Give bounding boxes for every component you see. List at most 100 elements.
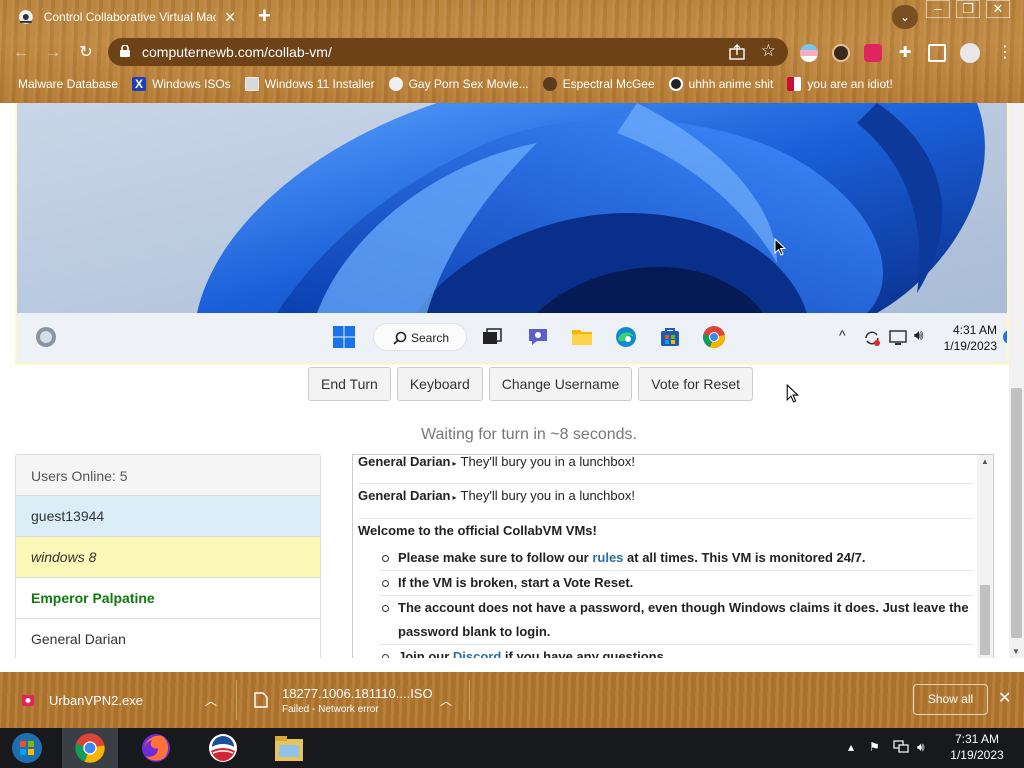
download-item[interactable]: 18277.1006.181110....ISO Failed - Networ… [254,672,464,728]
bookmark-label: Espectral McGee [562,77,655,91]
change-username-button[interactable]: Change Username [488,367,633,401]
minimize-icon[interactable]: – [926,0,950,18]
network-icon[interactable] [889,329,907,347]
host-firefox-button[interactable] [130,728,186,768]
bookmark-movie-site[interactable]: Gay Porn Sex Movie... [388,77,529,91]
welcome-rules-list: Please make sure to follow our rules at … [380,546,973,658]
vm-taskbar-search[interactable]: Search [373,323,467,351]
host-volume-icon[interactable]: 🔊︎ [917,740,925,755]
welcome-rule-item: If the VM is broken, start a Vote Reset. [380,571,973,596]
share-icon[interactable] [728,43,746,61]
sync-icon[interactable] [862,328,882,348]
reload-icon[interactable]: ↻ [75,42,97,64]
extensions-puzzle-icon[interactable]: ✚ [896,44,914,62]
forward-icon[interactable]: → [42,42,64,64]
new-tab-icon[interactable]: + [258,4,271,28]
host-start-button[interactable] [2,728,52,768]
rules-link[interactable]: rules [592,550,623,565]
widgets-weather-icon[interactable] [34,325,58,349]
welcome-rule-item: Please make sure to follow our rules at … [380,546,973,571]
show-all-downloads-button[interactable]: Show all [913,684,988,715]
user-list-item[interactable]: General Darian [16,619,320,658]
host-file-explorer-button[interactable] [262,728,318,768]
user-list-item[interactable]: guest13944 [16,496,320,537]
extension-red-icon[interactable] [864,44,882,62]
browser-tab[interactable]: Control Collaborative Virtual Machines ✕ [8,0,246,34]
chat-scrollbar[interactable]: ▲ [977,455,993,658]
download-menu-chevron-icon[interactable]: ︿ [205,692,217,709]
tab-close-icon[interactable]: ✕ [224,9,236,26]
avatar-icon [542,77,557,91]
rule-text: Please make sure to follow our [398,550,593,565]
back-icon[interactable]: ← [10,42,32,64]
vm-controls: End Turn Keyboard Change Username Vote f… [308,367,753,401]
user-list-item[interactable]: Emperor Palpatine [16,578,320,619]
rule-text: if you have any questions. [501,649,668,658]
chat-panel[interactable]: General Darian ▸ They'll bury you in a lun… [352,454,994,658]
welcome-rule-item: The account does not have a password, ev… [380,596,973,645]
host-obama-app-button[interactable] [196,728,252,768]
scroll-down-icon[interactable]: ▼ [1012,647,1020,656]
window-close-icon[interactable]: ✕ [986,0,1010,18]
page-scroll-thumb[interactable] [1011,388,1022,638]
chat-username: General Darian [358,454,451,469]
show-hidden-icons-icon[interactable]: ^ [839,327,846,343]
task-view-icon[interactable] [480,325,504,349]
extension-flag-icon[interactable] [800,44,818,62]
address-bar[interactable]: computernewb.com/collab-vm/ ☆ [108,38,788,66]
bookmark-windows-11-installer[interactable]: Windows 11 Installer [244,77,375,91]
user-list-item[interactable]: windows 8 [16,537,320,578]
windows-7-orb-icon [12,733,42,763]
chrome-icon[interactable] [702,325,726,349]
navigation-row: ← → ↻ computernewb.com/collab-vm/ ☆ ✚ ⋮ [0,38,1024,68]
bookmark-malware-database[interactable]: Malware Database [18,77,118,91]
keyboard-button[interactable]: Keyboard [396,367,483,401]
host-network-icon[interactable] [893,740,909,754]
file-explorer-icon [275,736,303,761]
vm-windows-taskbar: Search ^ 🔊︎ 4:31 AM 1/19/2023 [17,313,1007,363]
download-menu-chevron-icon[interactable]: ︿ [440,692,452,709]
side-panel-icon[interactable] [928,44,946,62]
bookmark-espectral-mcgee[interactable]: Espectral McGee [542,77,655,91]
download-item[interactable]: UrbanVPN2.exe ︿ [20,672,220,728]
browser-chrome: Control Collaborative Virtual Machines ✕… [0,0,1024,103]
host-chrome-button[interactable] [62,728,118,768]
teams-chat-icon[interactable] [526,325,550,349]
anime-face-icon [668,77,683,91]
chrome-menu-icon[interactable]: ⋮ [996,44,1014,62]
bookmarks-bar: Malware Database X Windows ISOs Windows … [0,72,1024,96]
tab-search-chevron-icon[interactable]: ⌄ [892,5,918,29]
restore-icon[interactable]: ❐ [956,0,980,18]
file-explorer-icon[interactable] [570,325,594,349]
vm-clock[interactable]: 4:31 AM 1/19/2023 [937,322,997,354]
profile-avatar-icon[interactable] [960,43,980,63]
bookmark-windows-isos[interactable]: X Windows ISOs [132,77,231,91]
bookmark-star-icon[interactable]: ☆ [761,41,776,61]
vote-reset-button[interactable]: Vote for Reset [638,367,753,401]
host-taskbar: ▴ ⚑ 🔊︎ 7:31 AM 1/19/2023 [0,728,1024,768]
host-clock[interactable]: 7:31 AM 1/19/2023 [944,731,1010,763]
obama-logo-icon [209,734,237,762]
vm-clock-date: 1/19/2023 [943,339,997,353]
page-vertical-scrollbar[interactable]: ▼ [1009,103,1024,658]
download-shelf: UrbanVPN2.exe ︿ 18277.1006.181110....ISO… [0,672,1024,728]
windows-start-icon[interactable] [332,325,356,349]
volume-icon[interactable]: 🔊︎ [914,327,923,344]
extension-avatar-icon[interactable] [832,44,850,62]
close-download-shelf-icon[interactable]: ✕ [998,688,1011,708]
bookmark-label: Windows 11 Installer [264,77,375,91]
edge-icon[interactable] [614,325,638,349]
microsoft-store-icon[interactable] [658,325,682,349]
search-icon [393,331,407,345]
mouse-cursor-icon [786,384,799,403]
discord-link[interactable]: Discord [453,649,501,658]
action-center-flag-icon[interactable]: ⚑ [869,740,880,754]
chat-scroll-thumb[interactable] [980,585,990,655]
bookmark-label: Malware Database [18,77,119,91]
bookmark-anime[interactable]: uhhh anime shit [668,77,773,91]
host-show-hidden-icon[interactable]: ▴ [848,740,854,754]
end-turn-button[interactable]: End Turn [308,367,391,401]
bookmark-you-are-an-idiot[interactable]: you are an idiot! [787,77,893,91]
scroll-up-icon[interactable]: ▲ [981,457,989,466]
vm-display[interactable]: Search ^ 🔊︎ 4:31 AM 1/19/2023 [15,103,1009,365]
